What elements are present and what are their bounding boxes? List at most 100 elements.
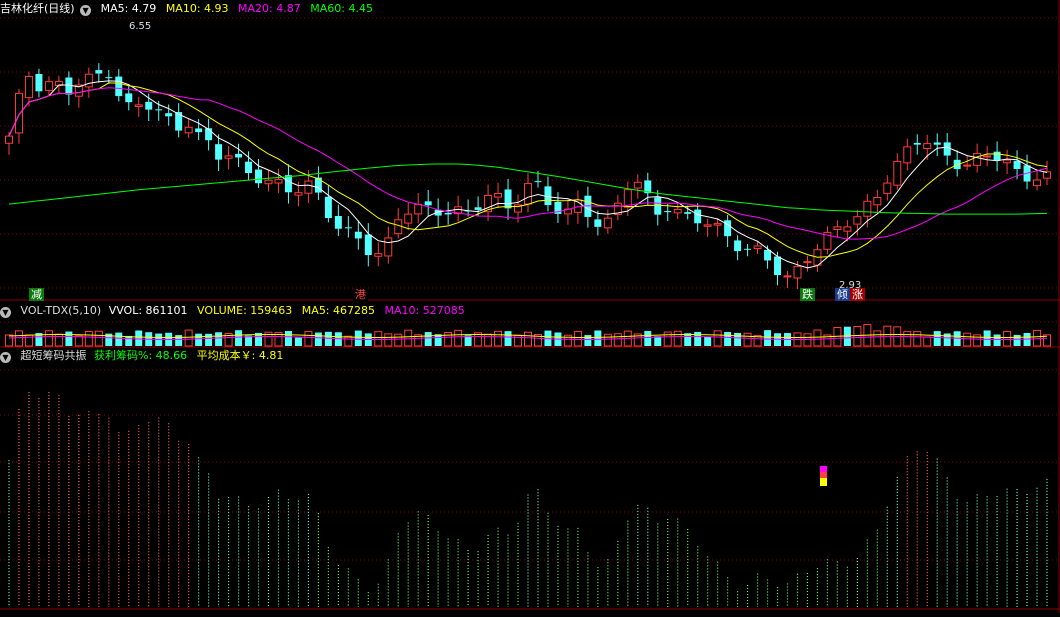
candle-body <box>404 213 413 224</box>
volume-bar <box>494 330 503 347</box>
candle-body <box>654 197 662 215</box>
ma10-line <box>8 82 1048 258</box>
candle-body <box>155 109 163 111</box>
candle-body <box>843 226 852 232</box>
candle-body <box>594 219 602 227</box>
candle-body <box>783 275 792 278</box>
volume-bar <box>873 330 882 347</box>
candle-body <box>873 197 882 206</box>
volume-bar <box>613 333 622 347</box>
candle-body <box>215 144 223 160</box>
chevron-down-icon[interactable]: ▼ <box>80 5 92 16</box>
volume-ma10-value: MA10: 527085 <box>384 304 465 317</box>
volume-bar <box>314 332 322 346</box>
candle-body <box>115 76 123 97</box>
candle-body <box>284 175 292 193</box>
volume-bar <box>284 330 292 346</box>
volume-bar <box>903 331 912 347</box>
volume-bar <box>644 330 652 346</box>
candle-body <box>24 75 33 99</box>
candle-body <box>713 223 722 226</box>
volume-bar <box>663 331 672 347</box>
ma10-value: MA10: 4.93 <box>165 2 229 15</box>
candle-body <box>195 128 203 133</box>
candle-body <box>224 155 233 159</box>
candle-body <box>1003 159 1012 164</box>
volume-bar <box>4 334 13 347</box>
chips-header: ▼ 超短筹码共振 获利筹码%: 48.66 平均成本￥: 4.81 <box>0 348 289 364</box>
chevron-down-icon[interactable]: ▼ <box>0 307 11 318</box>
candle-body <box>603 217 612 229</box>
volume-bar <box>504 331 512 346</box>
volume-bar <box>484 333 493 347</box>
candle-body <box>424 201 432 206</box>
candle-body <box>793 265 802 279</box>
volume-bar <box>84 331 93 347</box>
volume-bar <box>923 336 932 347</box>
volume-bar <box>933 331 941 346</box>
volume-bar <box>743 332 752 347</box>
volume-bar <box>684 333 692 346</box>
candle-body <box>903 146 912 164</box>
candle-body <box>105 77 113 79</box>
chip-marker <box>820 472 827 478</box>
volume-bar <box>983 330 991 346</box>
candle-body <box>205 128 213 141</box>
candle-body <box>913 142 921 145</box>
volume-bar <box>584 335 592 346</box>
volume-bar <box>344 335 353 347</box>
candle-body <box>923 143 932 149</box>
candle-body <box>184 126 193 134</box>
candle-body <box>65 77 73 95</box>
average-cost-value: 平均成本￥: 4.81 <box>196 349 284 362</box>
candle-body <box>1033 179 1042 187</box>
candle-body <box>125 93 133 103</box>
volume-bar <box>993 334 1001 346</box>
volume-bar <box>963 332 972 347</box>
candle-body <box>883 182 892 194</box>
stock-chart-window: 吉林化纤(日线) ▼ MA5: 4.79 MA10: 4.93 MA20: 4.… <box>0 0 1060 613</box>
candle-body <box>534 181 542 183</box>
volume-bar <box>184 329 193 347</box>
chip-marker <box>820 478 827 486</box>
candle-body <box>993 151 1001 161</box>
candle-body <box>354 231 362 239</box>
volume-bar <box>135 330 143 346</box>
candle-body <box>803 261 812 264</box>
marker-die[interactable]: 跌 <box>800 288 815 301</box>
chevron-down-icon[interactable]: ▼ <box>0 352 11 363</box>
marker-jian[interactable]: 减 <box>29 288 44 301</box>
candle-body <box>344 227 352 229</box>
volume-bar <box>235 330 243 346</box>
volume-bar <box>673 330 682 347</box>
volume-bar <box>603 333 612 347</box>
candle-body <box>264 179 273 185</box>
volume-bar <box>853 325 862 347</box>
candle-body <box>744 248 752 250</box>
candle-body <box>933 142 941 145</box>
candle-body <box>35 73 43 92</box>
volume-bar <box>654 336 662 346</box>
vvol-value: VVOL: 861101 <box>108 304 188 317</box>
candle-body <box>245 161 253 174</box>
volume-bar <box>294 337 302 346</box>
candle-body <box>334 215 342 229</box>
volume-bar <box>424 332 432 346</box>
ma20-line <box>8 87 1048 240</box>
chip-marker <box>820 466 827 472</box>
volume-bar <box>215 332 223 346</box>
candle-body <box>983 155 992 158</box>
candle-body <box>734 240 742 252</box>
volume-bar <box>125 335 133 346</box>
volume-value: VOLUME: 159463 <box>197 304 293 317</box>
volume-bar <box>74 335 83 347</box>
volume-bar <box>404 329 413 347</box>
candle-body <box>304 180 313 194</box>
volume-bar <box>813 329 822 347</box>
volume-bar <box>94 330 103 347</box>
low-price-label: 2.93 <box>839 280 862 291</box>
candle-body <box>235 153 243 158</box>
volume-bar <box>454 329 463 347</box>
marker-gang[interactable]: 港 <box>353 288 368 301</box>
candle-body <box>863 200 872 217</box>
